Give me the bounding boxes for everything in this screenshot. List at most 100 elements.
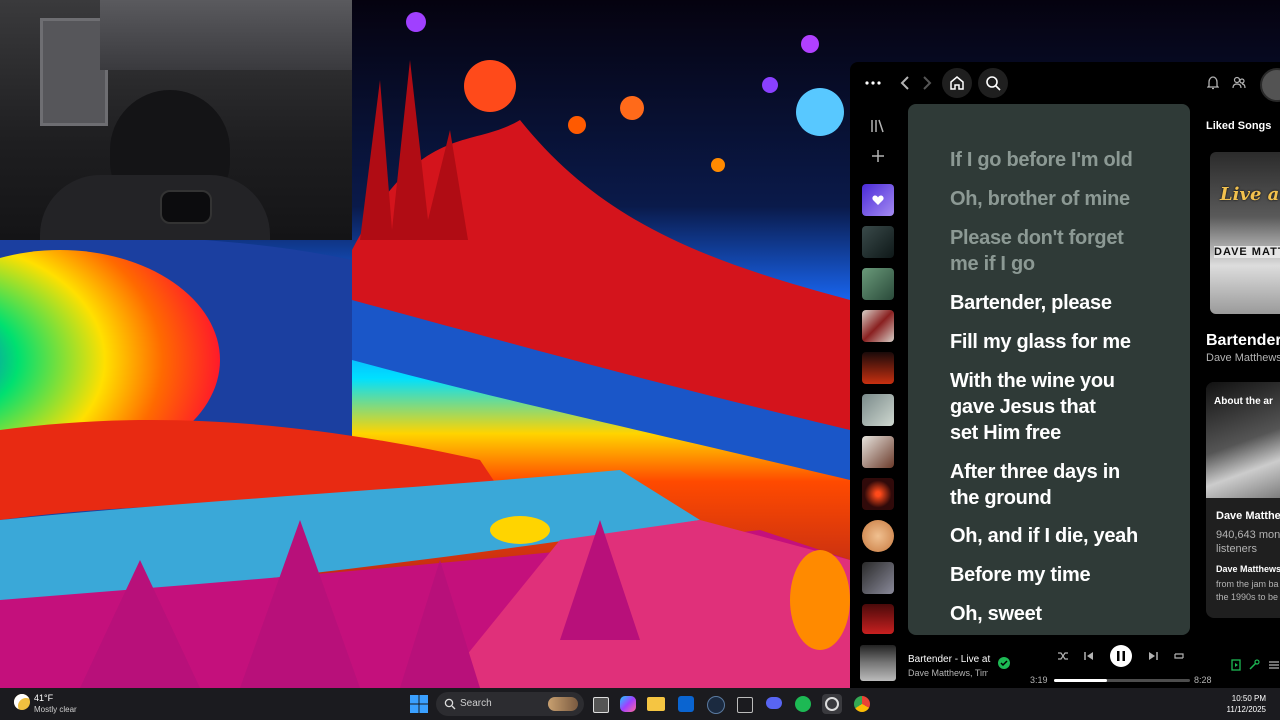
taskbar: 41°F Mostly clear Search 10:50 PM 11/12/… [0, 688, 1280, 720]
lyric-line[interactable]: Please don't forget me if I go [950, 225, 1140, 277]
artist-link[interactable]: Dave Matthews [1206, 352, 1280, 364]
monthly-listeners: 940,643 mon [1216, 529, 1280, 541]
weather-widget[interactable]: 41°F Mostly clear [8, 688, 98, 720]
artist-name[interactable]: Dave Matthe [1216, 510, 1280, 522]
lyric-line[interactable]: Oh, sweet [950, 601, 1180, 627]
lyric-line[interactable]: If I go before I'm old [950, 147, 1180, 173]
library-item-thumbnail[interactable] [862, 436, 894, 468]
search-highlight-icon [548, 697, 578, 711]
lyric-line[interactable]: Oh, brother of mine [950, 186, 1180, 212]
player-bar: Bartender - Live at Dave Matthews, Tim R… [850, 635, 1280, 688]
lyric-line[interactable]: Fill my glass for me [950, 329, 1180, 355]
progress-bar[interactable] [1054, 679, 1190, 682]
track-duration: 8:28 [1194, 675, 1212, 685]
start-windows-icon[interactable] [409, 694, 429, 714]
library-icon[interactable] [868, 116, 888, 136]
search-button[interactable] [978, 68, 1008, 98]
lyrics-panel: If I go before I'm old Oh, brother of mi… [908, 104, 1190, 635]
progress-fill [1054, 679, 1108, 682]
steam-icon[interactable] [705, 694, 725, 714]
library-item-thumbnail[interactable] [862, 352, 894, 384]
discord-icon[interactable] [764, 694, 784, 714]
pause-icon [1117, 651, 1125, 661]
repeat-icon[interactable] [1172, 649, 1186, 663]
about-artist-card[interactable]: About the ar Dave Matthe 940,643 mon lis… [1206, 382, 1280, 618]
copilot-icon[interactable] [618, 694, 638, 714]
microphone [160, 190, 212, 224]
song-title[interactable]: Bartender [1206, 332, 1280, 350]
now-playing-cover[interactable] [860, 645, 896, 681]
webcam-overlay [0, 0, 352, 240]
home-button[interactable] [942, 68, 972, 98]
library-item-thumbnail[interactable] [862, 268, 894, 300]
clock-date: 11/12/2025 [1226, 705, 1266, 714]
bio-line: from the jam ba [1216, 579, 1279, 589]
back-arrow-icon[interactable] [896, 74, 914, 92]
lyric-line[interactable]: After three days in the ground [950, 459, 1125, 511]
lyric-line[interactable]: Before my time [950, 562, 1180, 588]
create-plus-icon[interactable] [868, 146, 888, 166]
pause-button[interactable] [1110, 645, 1132, 667]
taskbar-search-box[interactable]: Search [436, 692, 584, 716]
now-playing-title[interactable]: Bartender - Live at [908, 654, 990, 665]
top-bar [850, 62, 1280, 104]
file-explorer-icon[interactable] [646, 694, 666, 714]
queue-icon[interactable] [1268, 659, 1280, 671]
library-item-thumbnail[interactable] [862, 394, 894, 426]
album-cover: Live at DAVE MATT [1210, 152, 1280, 314]
spotify-taskbar-icon[interactable] [793, 694, 813, 714]
shuffle-icon[interactable] [1056, 649, 1070, 663]
now-playing-panel: Liked Songs Live at DAVE MATT Bartender … [1198, 104, 1280, 635]
task-view-icon[interactable] [590, 694, 610, 714]
library-item-thumbnail[interactable] [862, 562, 894, 594]
monthly-listeners-suffix: listeners [1216, 543, 1257, 555]
person-body [40, 175, 270, 240]
forward-arrow-icon[interactable] [918, 74, 936, 92]
search-label: Search [460, 698, 492, 709]
lyric-line[interactable]: Oh, and if I die, yeah [950, 523, 1180, 549]
obs-icon[interactable] [822, 694, 842, 714]
about-header: About the ar [1214, 396, 1273, 407]
outlook-icon[interactable] [676, 694, 696, 714]
lyric-line[interactable]: Bartender, please [950, 290, 1180, 316]
more-options-icon[interactable] [864, 74, 882, 92]
library-item-thumbnail[interactable] [862, 478, 894, 510]
library-item-thumbnail[interactable] [862, 604, 894, 634]
weather-condition: Mostly clear [34, 705, 77, 714]
chrome-icon[interactable] [852, 694, 872, 714]
capture-tool-icon[interactable] [734, 694, 754, 714]
room-wall-light [100, 0, 352, 70]
library-sidebar [850, 104, 906, 634]
lyrics-mic-icon[interactable] [1248, 659, 1260, 671]
room-window [40, 18, 108, 126]
notifications-bell-icon[interactable] [1204, 74, 1222, 92]
next-track-icon[interactable] [1146, 649, 1160, 663]
panel-header[interactable]: Liked Songs [1206, 120, 1271, 132]
saved-check-icon[interactable] [998, 657, 1010, 669]
heart-icon [872, 195, 884, 205]
now-playing-view-icon[interactable] [1230, 659, 1242, 671]
clock-time: 10:50 PM [1231, 694, 1266, 703]
spotify-window: If I go before I'm old Oh, brother of mi… [850, 62, 1280, 688]
previous-track-icon[interactable] [1082, 649, 1096, 663]
now-playing-artists[interactable]: Dave Matthews, Tim R [908, 668, 988, 678]
liked-songs-thumbnail[interactable] [862, 184, 894, 216]
friend-activity-icon[interactable] [1230, 74, 1248, 92]
library-item-thumbnail[interactable] [862, 226, 894, 258]
search-icon [444, 698, 456, 710]
home-icon [950, 76, 964, 90]
system-clock[interactable]: 10:50 PM 11/12/2025 [1227, 693, 1266, 715]
weather-temperature: 41°F [34, 693, 54, 703]
library-item-thumbnail[interactable] [862, 520, 894, 552]
library-item-thumbnail[interactable] [862, 310, 894, 342]
bio-line: the 1990s to be [1216, 592, 1279, 602]
cover-text: Live at [1220, 184, 1280, 205]
profile-avatar[interactable] [1260, 68, 1280, 102]
lyric-line[interactable]: With the wine you gave Jesus that set Hi… [950, 368, 1125, 446]
bio-title: Dave Matthews [1216, 564, 1280, 574]
search-icon [986, 76, 1001, 91]
elapsed-time: 3:19 [1030, 675, 1048, 685]
cover-text: DAVE MATT [1214, 246, 1280, 258]
weather-moon-icon [14, 694, 30, 710]
artist-bio: from the jam ba the 1990s to be [1216, 578, 1280, 604]
